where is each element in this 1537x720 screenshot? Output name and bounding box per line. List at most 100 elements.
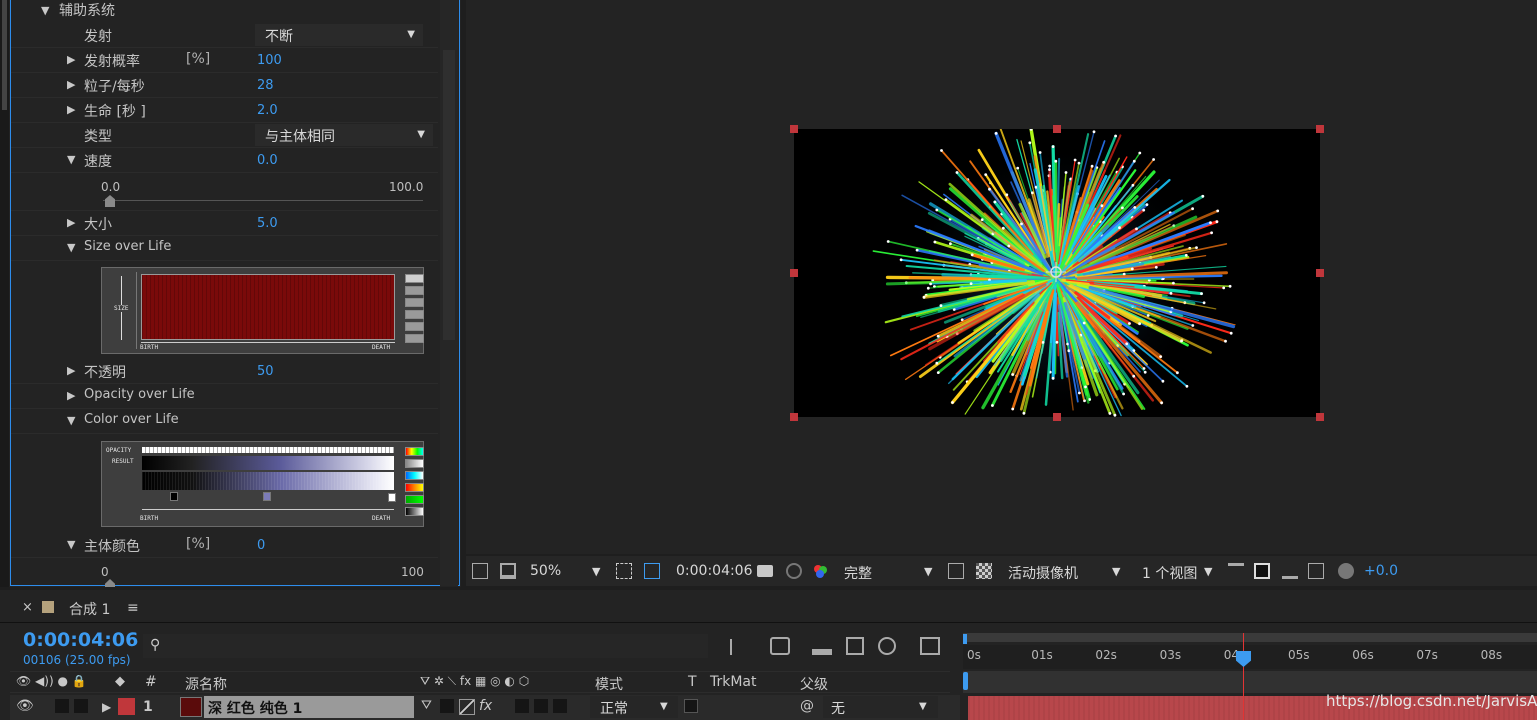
expand-triangle-icon[interactable]: ▶ (67, 53, 75, 66)
blend-mode-dropdown[interactable]: 正常 ▼ (590, 696, 678, 718)
main-color-value[interactable]: 0 (257, 538, 265, 553)
life-value[interactable]: 2.0 (257, 103, 278, 118)
monitor-icon[interactable] (500, 563, 516, 579)
work-area-bar[interactable] (963, 633, 1537, 642)
main-color-slider-handle[interactable] (105, 579, 115, 587)
frame-blend-switch[interactable] (515, 699, 529, 713)
collapse-triangle-icon[interactable]: ▼ (67, 414, 75, 427)
camera-dropdown[interactable]: 活动摄像机 (1008, 563, 1078, 583)
frame-blending-icon[interactable] (846, 637, 864, 655)
emit-dropdown[interactable]: 不断 ▼ (255, 24, 423, 46)
color-presets[interactable] (405, 447, 424, 521)
color-stop-purple[interactable] (263, 492, 271, 501)
shy-switch-icon[interactable]: ⛛ (421, 698, 432, 713)
switches-icons[interactable]: ⛛ ✲ ⟍ fx ▦ ◎ ◐ ⬡ (420, 674, 529, 689)
color-over-life-graph[interactable]: OPACITY RESULT BIRTH DEATH (101, 441, 424, 527)
fast-preview-icon[interactable] (948, 563, 964, 579)
label-icon[interactable]: ◆ (115, 674, 125, 689)
collapse-triangle-icon[interactable]: ▼ (67, 241, 75, 254)
pps-value[interactable]: 28 (257, 78, 274, 93)
transparency-grid-icon[interactable] (644, 563, 660, 579)
type-dropdown[interactable]: 与主体相同 ▼ (255, 124, 433, 146)
draft-3d-icon[interactable] (770, 637, 790, 655)
chevron-down-icon[interactable]: ▼ (592, 565, 600, 578)
eye-icon[interactable]: 👁 (16, 698, 34, 714)
layer-name-field[interactable]: 深 红色 纯色 1 (204, 696, 414, 718)
layer-label-color[interactable] (118, 698, 135, 715)
speed-slider-track[interactable] (103, 200, 423, 201)
panel-left-scroll[interactable] (0, 0, 9, 587)
playhead-line[interactable] (1243, 633, 1244, 720)
checkerboard-icon[interactable] (976, 563, 992, 579)
graph-editor-icon[interactable] (920, 637, 940, 655)
size-value[interactable]: 5.0 (257, 216, 278, 231)
expand-triangle-icon[interactable]: ▶ (67, 389, 75, 402)
timeline-icon[interactable] (1282, 563, 1298, 579)
quality-switch-icon[interactable] (459, 699, 475, 715)
av-features-icons[interactable]: 👁 ◀)) ● 🔒 (16, 674, 87, 688)
fast-draft-icon[interactable] (1254, 563, 1270, 579)
flowchart-icon[interactable] (1308, 563, 1324, 579)
transform-handle-bc[interactable] (1053, 413, 1061, 421)
expand-triangle-icon[interactable]: ▶ (67, 216, 75, 229)
color-stop-white[interactable] (388, 493, 396, 502)
comp-mini-flowchart-icon[interactable] (730, 639, 746, 655)
collapse-triangle-icon[interactable]: ▼ (67, 538, 75, 551)
prob-value[interactable]: 100 (257, 53, 282, 68)
transform-handle-tc[interactable] (1053, 125, 1061, 133)
transform-handle-br[interactable] (1316, 413, 1324, 421)
adjustment-switch[interactable] (553, 699, 567, 713)
opacity-strip[interactable] (142, 447, 394, 453)
show-snapshot-icon[interactable] (786, 563, 802, 579)
speed-slider-handle[interactable] (105, 195, 115, 207)
expand-layer-icon[interactable]: ▶ (102, 700, 111, 714)
chevron-down-icon[interactable]: ▼ (924, 565, 932, 578)
color-strip[interactable] (142, 472, 394, 490)
search-input[interactable]: ⚲ (143, 634, 708, 658)
resolution-dropdown[interactable]: 完整 (844, 563, 872, 583)
collapse-triangle-icon[interactable]: ▼ (41, 4, 49, 17)
exposure-value[interactable]: +0.0 (1364, 563, 1398, 579)
transform-handle-tl[interactable] (790, 125, 798, 133)
camera-snapshot-icon[interactable] (757, 565, 773, 577)
size-over-life-graph[interactable]: SIZE BIRTH DEATH (101, 267, 424, 354)
parent-dropdown[interactable]: 无 ▼ (823, 696, 938, 718)
channel-icon[interactable] (812, 563, 828, 579)
work-area-marker[interactable] (963, 672, 968, 690)
transform-handle-mr[interactable] (1316, 269, 1324, 277)
current-time[interactable]: 0:00:04:06 (676, 563, 753, 579)
motion-blur-switch[interactable] (534, 699, 548, 713)
tab-comp-1[interactable]: 合成 1 (69, 599, 110, 619)
opacity-value[interactable]: 50 (257, 364, 274, 379)
lock-toggle[interactable] (74, 699, 88, 713)
collapse-switch[interactable] (440, 699, 454, 713)
solo-toggle[interactable] (55, 699, 69, 713)
always-preview-icon[interactable] (472, 563, 488, 579)
expand-triangle-icon[interactable]: ▶ (67, 364, 75, 377)
color-stop-black[interactable] (170, 492, 178, 501)
preset-shapes[interactable] (405, 274, 424, 348)
zoom-dropdown[interactable]: 50% (530, 563, 561, 579)
motion-blur-icon[interactable] (878, 637, 896, 655)
fx-switch-icon[interactable]: fx (479, 698, 492, 714)
size-curve-fill[interactable] (141, 274, 395, 340)
transform-handle-bl[interactable] (790, 413, 798, 421)
panel-menu-icon[interactable]: ≡ (127, 600, 139, 616)
preserve-transparency-toggle[interactable] (684, 699, 698, 713)
work-area-start-handle[interactable] (963, 634, 967, 644)
expand-triangle-icon[interactable]: ▶ (67, 78, 75, 91)
chevron-down-icon[interactable]: ▼ (1204, 565, 1212, 578)
speed-value[interactable]: 0.0 (257, 153, 278, 168)
anchor-point-icon[interactable] (1046, 262, 1066, 282)
reset-exposure-icon[interactable] (1338, 563, 1354, 579)
shy-layers-icon[interactable] (812, 637, 832, 655)
timeline-current-time[interactable]: 0:00:04:06 (23, 629, 138, 651)
effects-scrollbar[interactable] (440, 0, 458, 586)
chevron-down-icon[interactable]: ▼ (1112, 565, 1120, 578)
pixel-aspect-icon[interactable] (1228, 563, 1244, 579)
pick-whip-icon[interactable]: @ (800, 698, 814, 714)
collapse-triangle-icon[interactable]: ▼ (67, 153, 75, 166)
transform-handle-tr[interactable] (1316, 125, 1324, 133)
expand-triangle-icon[interactable]: ▶ (67, 103, 75, 116)
transform-handle-ml[interactable] (790, 269, 798, 277)
